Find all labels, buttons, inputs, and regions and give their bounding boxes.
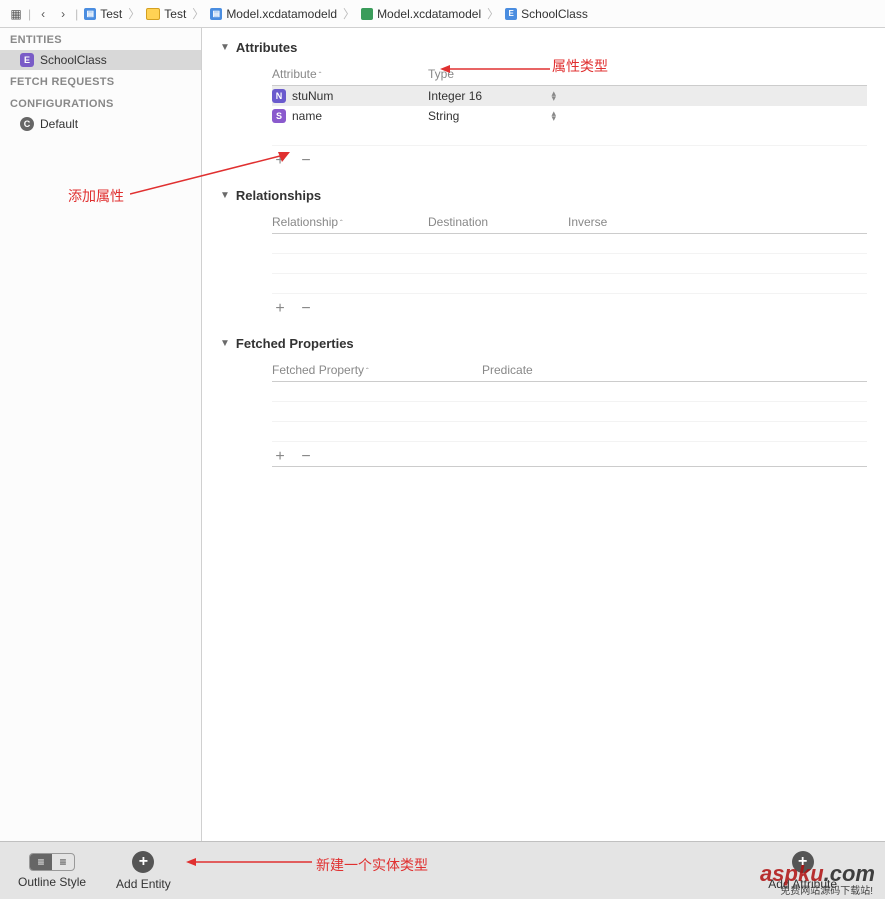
col-attribute[interactable]: Attributeˆ: [272, 67, 428, 81]
fetched-title: Fetched Properties: [236, 336, 354, 351]
back-button[interactable]: ‹: [33, 5, 53, 23]
attr-type-select[interactable]: String ▴▾: [428, 109, 568, 123]
attribute-row[interactable]: N stuNum Integer 16 ▴▾: [272, 86, 867, 106]
string-type-icon: S: [272, 109, 286, 123]
remove-fetched-button[interactable]: −: [298, 448, 314, 466]
fetched-section: ▼ Fetched Properties Fetched Propertyˆ P…: [220, 336, 867, 467]
relationships-section: ▼ Relationships Relationshipˆ Destinatio…: [220, 188, 867, 318]
top-toolbar: ▦ | ‹ › | ▤ Test 〉 Test 〉 ▤ Model.xcdata…: [0, 0, 885, 28]
disclosure-triangle-icon[interactable]: ▼: [220, 42, 230, 53]
attr-type-select[interactable]: Integer 16 ▴▾: [428, 89, 568, 103]
stepper-icon: ▴▾: [551, 91, 556, 101]
sidebar-config-default[interactable]: C Default: [0, 114, 201, 134]
col-inverse[interactable]: Inverse: [568, 215, 867, 229]
watermark-sub: 免费网站源码下载站!: [780, 882, 873, 897]
relationships-columns: Relationshipˆ Destination Inverse: [272, 211, 867, 234]
add-relationship-button[interactable]: +: [272, 300, 288, 318]
model-icon: ▤: [210, 7, 222, 21]
breadcrumb[interactable]: ▤ Test 〉 Test 〉 ▤ Model.xcdatamodeld 〉 M…: [84, 5, 588, 22]
main-panel: ▼ Attributes Attributeˆ Type N stuNum In…: [202, 28, 885, 868]
attributes-title: Attributes: [236, 40, 297, 55]
list-view-icon[interactable]: ≡: [30, 854, 52, 870]
forward-button[interactable]: ›: [53, 5, 73, 23]
attribute-row[interactable]: S name String ▴▾: [272, 106, 867, 126]
attributes-section: ▼ Attributes Attributeˆ Type N stuNum In…: [220, 40, 867, 170]
add-entity-label: Add Entity: [116, 877, 171, 891]
add-attribute-button[interactable]: +: [272, 152, 288, 170]
entity-label: SchoolClass: [40, 53, 107, 67]
grid-view-icon[interactable]: ≡: [52, 854, 74, 870]
relationships-title: Relationships: [236, 188, 321, 203]
crumb-2[interactable]: Model.xcdatamodeld: [226, 7, 337, 21]
entities-header: ENTITIES: [0, 28, 201, 50]
outline-label: Outline Style: [18, 875, 86, 889]
sidebar: ENTITIES E SchoolClass FETCH REQUESTS CO…: [0, 28, 202, 868]
entity-badge-icon: E: [20, 53, 34, 67]
crumb-1[interactable]: Test: [164, 7, 186, 21]
disclosure-triangle-icon[interactable]: ▼: [220, 338, 230, 349]
config-badge-icon: C: [20, 117, 34, 131]
number-type-icon: N: [272, 89, 286, 103]
attributes-columns: Attributeˆ Type: [272, 63, 867, 86]
attributes-header[interactable]: ▼ Attributes: [220, 40, 867, 55]
entity-icon: E: [505, 8, 517, 20]
bottom-toolbar: ≡ ≡ Outline Style + Add Entity + Add Att…: [0, 841, 885, 899]
remove-relationship-button[interactable]: −: [298, 300, 314, 318]
remove-attribute-button[interactable]: −: [298, 152, 314, 170]
col-predicate[interactable]: Predicate: [482, 363, 622, 377]
relationships-buttons: + −: [272, 300, 867, 318]
attr-name[interactable]: name: [292, 109, 428, 123]
disclosure-triangle-icon[interactable]: ▼: [220, 190, 230, 201]
outline-style-toggle[interactable]: ≡ ≡ Outline Style: [18, 853, 86, 889]
folder-icon: [146, 8, 160, 20]
fetched-buttons: + −: [272, 448, 867, 466]
grid-icon[interactable]: ▦: [6, 5, 26, 23]
crumb-4[interactable]: SchoolClass: [521, 7, 588, 21]
add-fetched-button[interactable]: +: [272, 448, 288, 466]
stepper-icon: ▴▾: [551, 111, 556, 121]
attributes-buttons: + −: [272, 152, 867, 170]
col-relationship[interactable]: Relationshipˆ: [272, 215, 428, 229]
fetched-columns: Fetched Propertyˆ Predicate: [272, 359, 867, 382]
config-label: Default: [40, 117, 78, 131]
file-icon: ▤: [84, 7, 96, 21]
col-destination[interactable]: Destination: [428, 215, 568, 229]
configurations-header: CONFIGURATIONS: [0, 92, 201, 114]
col-type[interactable]: Type: [428, 67, 568, 81]
datamodel-icon: [361, 8, 373, 20]
col-fetched-property[interactable]: Fetched Propertyˆ: [272, 363, 482, 377]
attr-name[interactable]: stuNum: [292, 89, 428, 103]
crumb-0[interactable]: Test: [100, 7, 122, 21]
fetch-requests-header: FETCH REQUESTS: [0, 70, 201, 92]
fetched-header[interactable]: ▼ Fetched Properties: [220, 336, 867, 351]
add-entity-button[interactable]: + Add Entity: [116, 851, 171, 891]
relationships-header[interactable]: ▼ Relationships: [220, 188, 867, 203]
sidebar-entity-schoolclass[interactable]: E SchoolClass: [0, 50, 201, 70]
plus-circle-icon: +: [132, 851, 154, 873]
crumb-3[interactable]: Model.xcdatamodel: [377, 7, 481, 21]
